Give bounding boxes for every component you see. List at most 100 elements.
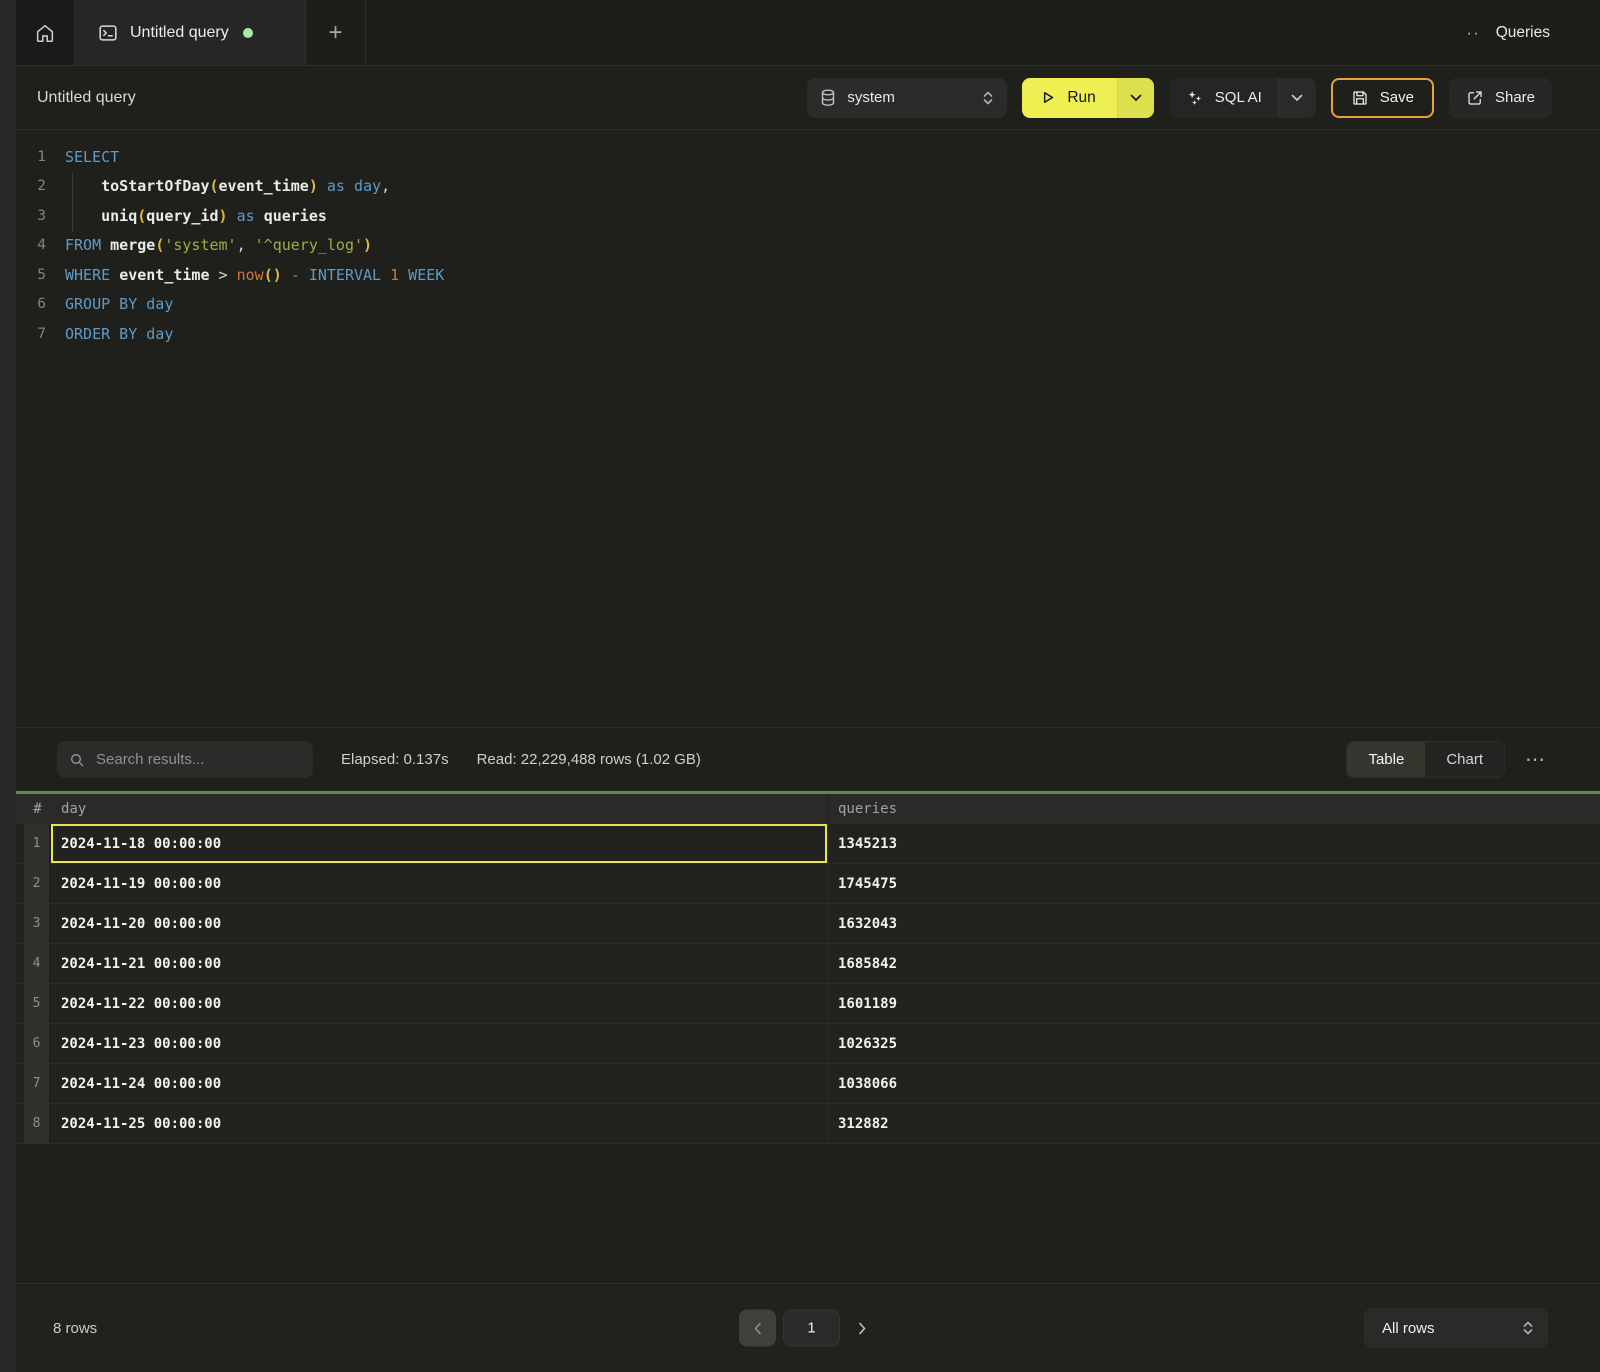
row-index-cell[interactable]: 1 [24,824,51,863]
tab-untitled-query[interactable]: Untitled query [75,0,306,65]
queries-cell[interactable]: 1632043 [827,904,1600,943]
home-icon [34,22,56,44]
left-sidebar-rail[interactable] [0,0,16,1372]
home-button[interactable] [16,0,75,65]
index-column-header[interactable]: # [24,801,51,817]
queries-cell[interactable]: 1026325 [827,1024,1600,1063]
line-number: 5 [16,267,46,283]
line-number: 2 [16,178,46,194]
query-header: Untitled query system [16,66,1600,130]
code-text: FROM merge('system', '^query_log') [65,236,372,254]
queries-cell[interactable]: 1038066 [827,1064,1600,1103]
chevron-left-icon [754,1322,762,1334]
next-page-button[interactable] [847,1310,877,1347]
sql-ai-button[interactable]: SQL AI [1169,78,1278,118]
query-controls: system Run [807,78,1552,118]
line-number: 6 [16,296,46,312]
day-cell[interactable]: 2024-11-22 00:00:00 [51,984,827,1023]
queries-cell[interactable]: 1745475 [827,864,1600,903]
code-line[interactable]: 3 uniq(query_id) as queries [16,201,1600,231]
day-cell[interactable]: 2024-11-19 00:00:00 [51,864,827,903]
page-size-value: All rows [1382,1320,1435,1337]
code-line[interactable]: 4 FROM merge('system', '^query_log') [16,231,1600,261]
sql-ai-button-group: SQL AI [1169,78,1316,118]
current-page-button[interactable]: 1 [783,1310,840,1347]
code-line[interactable]: 2 toStartOfDay(event_time) as day, [16,172,1600,202]
row-count: 8 rows [53,1320,97,1337]
save-label: Save [1380,89,1414,106]
code-text: uniq(query_id) as queries [65,207,327,225]
save-button[interactable]: Save [1331,78,1434,118]
day-cell[interactable]: 2024-11-18 00:00:00 [51,824,827,863]
line-number: 1 [16,149,46,165]
sql-ai-label: SQL AI [1215,89,1262,106]
results-empty-space [16,1144,1600,1283]
sql-editor[interactable]: 1SELECT2 toStartOfDay(event_time) as day… [16,130,1600,727]
app-window: Untitled query + ·· Queries Untitled que… [0,0,1600,1372]
line-number: 3 [16,208,46,224]
search-input[interactable] [94,750,301,769]
tab-label: Untitled query [130,24,229,42]
search-icon [69,752,85,768]
line-number: 4 [16,237,46,253]
table-row: 32024-11-20 00:00:001632043 [16,904,1600,944]
results-toolbar: Elapsed: 0.137s Read: 22,229,488 rows (1… [16,727,1600,791]
table-body: 12024-11-18 00:00:00134521322024-11-19 0… [16,824,1600,1144]
new-tab-button[interactable]: + [306,0,366,65]
database-select[interactable]: system [807,78,1007,118]
row-index-cell[interactable]: 4 [24,944,51,983]
panel-toggle-icon[interactable]: ·· [1466,24,1479,41]
row-index-cell[interactable]: 2 [24,864,51,903]
queries-cell[interactable]: 1345213 [827,824,1600,863]
code-text: ORDER BY day [65,325,173,343]
table-header: # day queries [16,794,1600,824]
table-view-tab[interactable]: Table [1347,742,1425,777]
chevron-right-icon [858,1322,866,1334]
results-footer: 8 rows 1 All rows [16,1283,1600,1372]
row-spacer [16,864,24,903]
tab-bar: Untitled query + ·· Queries [16,0,1600,66]
day-cell[interactable]: 2024-11-25 00:00:00 [51,1104,827,1143]
table-row: 12024-11-18 00:00:001345213 [16,824,1600,864]
code-line[interactable]: 7ORDER BY day [16,319,1600,349]
row-index-cell[interactable]: 5 [24,984,51,1023]
row-index-cell[interactable]: 6 [24,1024,51,1063]
queries-cell[interactable]: 1601189 [827,984,1600,1023]
table-row: 62024-11-23 00:00:001026325 [16,1024,1600,1064]
run-button-group: Run [1022,78,1153,118]
search-results-box[interactable] [57,741,313,778]
code-line[interactable]: 5WHERE event_time > now() - INTERVAL 1 W… [16,260,1600,290]
run-options-button[interactable] [1117,78,1154,118]
page-size-select[interactable]: All rows [1364,1308,1548,1348]
table-row: 82024-11-25 00:00:00312882 [16,1104,1600,1144]
play-icon [1039,89,1056,106]
chart-view-tab[interactable]: Chart [1425,742,1504,777]
results-more-button[interactable]: ⋯ [1525,750,1545,770]
code-lines: 1SELECT2 toStartOfDay(event_time) as day… [16,142,1600,349]
prev-page-button[interactable] [739,1310,776,1347]
row-spacer [16,1104,24,1143]
day-cell[interactable]: 2024-11-21 00:00:00 [51,944,827,983]
day-cell[interactable]: 2024-11-20 00:00:00 [51,904,827,943]
queries-column-header[interactable]: queries [827,794,1600,824]
day-cell[interactable]: 2024-11-24 00:00:00 [51,1064,827,1103]
row-index-cell[interactable]: 3 [24,904,51,943]
queries-cell[interactable]: 1685842 [827,944,1600,983]
day-cell[interactable]: 2024-11-23 00:00:00 [51,1024,827,1063]
share-button[interactable]: Share [1449,78,1552,118]
unsaved-changes-dot [243,28,253,38]
row-spacer [16,1024,24,1063]
code-line[interactable]: 6GROUP BY day [16,290,1600,320]
row-index-cell[interactable]: 8 [24,1104,51,1143]
row-spacer [16,984,24,1023]
sql-ai-options-button[interactable] [1278,78,1316,118]
pagination: 1 [739,1310,877,1347]
updown-chevron-icon [982,90,994,106]
queries-panel-title[interactable]: Queries [1496,24,1550,42]
run-button[interactable]: Run [1022,78,1116,118]
day-column-header[interactable]: day [51,801,827,817]
row-index-cell[interactable]: 7 [24,1064,51,1103]
code-line[interactable]: 1SELECT [16,142,1600,172]
queries-cell[interactable]: 312882 [827,1104,1600,1143]
table-row: 42024-11-21 00:00:001685842 [16,944,1600,984]
